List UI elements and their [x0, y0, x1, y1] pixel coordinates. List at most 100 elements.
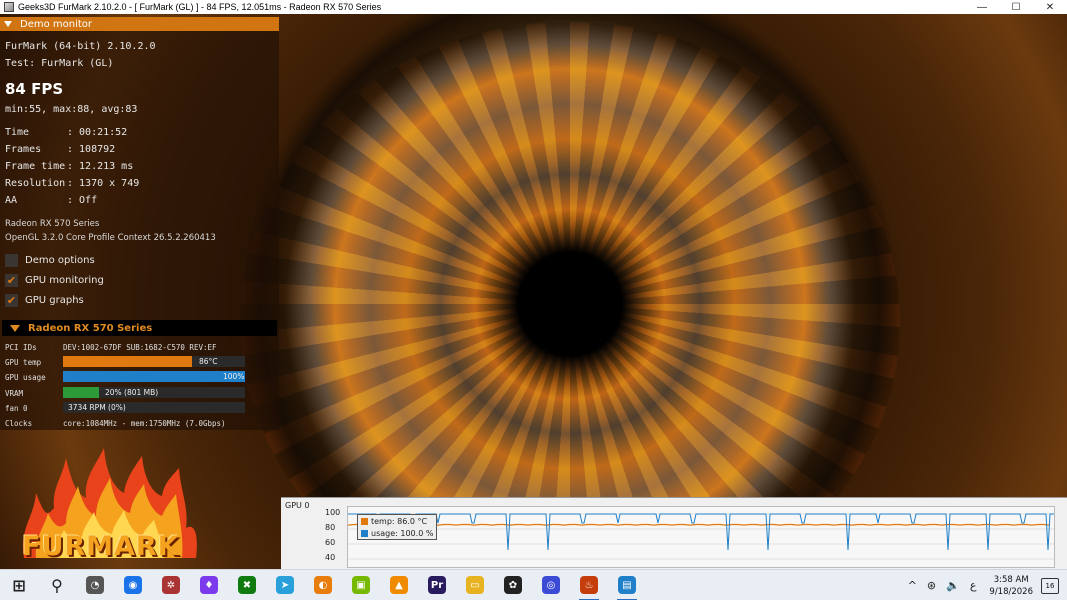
gpu-tool-icon-glyph: ▣ [352, 576, 370, 594]
demo-options-checkbox[interactable]: Demo options [5, 254, 95, 267]
fan-bar: 3734 RPM (0%) [63, 402, 245, 413]
legend-temp: temp: 86.0 °C [358, 515, 436, 527]
gpu-monitoring-label: GPU monitoring [25, 275, 104, 286]
ytick-label: 60 [325, 538, 336, 547]
browser-icon[interactable]: ◉ [114, 570, 152, 600]
gpu-temp-value: 86°C [199, 357, 218, 366]
system-tray: ^ ⊛ 🔈 ع 3:58 AM 9/18/2026 16 [903, 570, 1067, 600]
active-window-icon-glyph: ▤ [618, 576, 636, 594]
notifications-icon[interactable]: 16 [1041, 577, 1059, 594]
fan-value: 3734 RPM (0%) [68, 403, 126, 412]
fur-donut [240, 22, 900, 569]
furmark-icon-glyph: ♨ [580, 576, 598, 594]
window-title-bar: Geeks3D FurMark 2.10.2.0 - [ FurMark (GL… [0, 0, 1067, 14]
windows-start-icon[interactable]: ⊞ [0, 570, 38, 600]
app-gear-icon[interactable]: ✲ [152, 570, 190, 600]
stat-frames: Frames: 108792 [5, 144, 116, 155]
fps-value: 84 FPS [5, 80, 64, 98]
taskbar-apps: ⊞ ⚲ ◔ ◉ ✲ ♦ ✖ ➤ ◐ ▣ ▲ Pr ▭ ✿ ◎ ♨ ▤ [0, 570, 646, 600]
ytick-label: 40 [325, 553, 336, 562]
pci-ids-value: DEV:1002-67DF SUB:1682-C570 REV:EF [63, 343, 217, 352]
clocks-value: core:1084MHz - mem:1750MHz (7.0Gbps) [63, 419, 226, 428]
blender-icon-glyph: ◐ [314, 576, 332, 594]
gpu-graph-svg [347, 513, 1054, 560]
gpu-graph-plot [347, 506, 1055, 568]
crystal-icon-glyph: ♦ [200, 576, 218, 594]
checkbox-empty-icon [5, 254, 18, 267]
obs-icon[interactable]: ◎ [532, 570, 570, 600]
gpu-tool-icon[interactable]: ▣ [342, 570, 380, 600]
vram-fill [63, 387, 100, 398]
network-icon[interactable]: ⊛ [927, 579, 936, 592]
blender-icon[interactable]: ◐ [304, 570, 342, 600]
legend-swatch [361, 517, 368, 525]
clock-date: 9/18/2026 [989, 586, 1033, 597]
demo-monitor-panel: Demo monitor FurMark (64-bit) 2.10.2.0 T… [0, 17, 279, 430]
window-title: Geeks3D FurMark 2.10.2.0 - [ FurMark (GL… [18, 2, 382, 12]
ytick-label: 80 [325, 523, 336, 532]
maximize-button[interactable]: ☐ [999, 0, 1033, 14]
volume-icon[interactable]: 🔈 [946, 579, 960, 592]
telegram-icon[interactable]: ➤ [266, 570, 304, 600]
file-explorer-icon[interactable]: ▭ [456, 570, 494, 600]
test-line: Test: FurMark (GL) [5, 58, 114, 69]
file-explorer-icon-glyph: ▭ [466, 576, 484, 594]
app-version-line: FurMark (64-bit) 2.10.2.0 [5, 41, 156, 52]
gpu-graph-legend: temp: 86.0 °C usage: 100.0 % [357, 514, 437, 540]
stat-aa: AA: Off [5, 195, 98, 206]
demo-monitor-header[interactable]: Demo monitor [0, 17, 279, 31]
furmark-logo-text: FURMARK [22, 531, 180, 562]
gpu-monitoring-checkbox[interactable]: ✔ GPU monitoring [5, 274, 104, 287]
crystal-icon[interactable]: ♦ [190, 570, 228, 600]
fps-stats: min:55, max:88, avg:83 [5, 104, 138, 115]
clocks-label: Clocks [5, 419, 33, 428]
active-window-icon[interactable]: ▤ [608, 570, 646, 600]
ytick-label: 100 [325, 508, 341, 517]
gpu-temp-bar: 86°C [63, 356, 245, 367]
gpu-temp-label: GPU temp [5, 358, 42, 367]
task-manager-icon[interactable]: ◔ [76, 570, 114, 600]
furmark-icon[interactable]: ♨ [570, 570, 608, 600]
vram-label: VRAM [5, 389, 24, 398]
gpu-section-header[interactable]: Radeon RX 570 Series [2, 320, 277, 336]
fan-label: fan 0 [5, 404, 28, 413]
close-button[interactable]: ✕ [1033, 0, 1067, 14]
gpu-usage-fill [63, 371, 245, 382]
premiere-icon-glyph: Pr [428, 576, 446, 594]
gpu-name: Radeon RX 570 Series [5, 219, 100, 229]
legend-usage: usage: 100.0 % [358, 527, 436, 539]
app-gear-icon-glyph: ✲ [162, 576, 180, 594]
app-icon [4, 2, 14, 12]
telegram-icon-glyph: ➤ [276, 576, 294, 594]
premiere-icon[interactable]: Pr [418, 570, 456, 600]
gpu-usage-label: GPU usage [5, 373, 46, 382]
minimize-button[interactable]: — [965, 0, 999, 14]
windows-start-icon-glyph: ⊞ [12, 575, 26, 595]
chatgpt-icon[interactable]: ✿ [494, 570, 532, 600]
checkmark-icon: ✔ [5, 294, 18, 307]
gpu-graphs-label: GPU graphs [25, 295, 84, 306]
gpu-section-title: Radeon RX 570 Series [28, 322, 153, 334]
clock[interactable]: 3:58 AM 9/18/2026 [989, 574, 1033, 598]
xbox-icon[interactable]: ✖ [228, 570, 266, 600]
search-icon-glyph: ⚲ [51, 575, 63, 595]
temp-series-line [347, 523, 1051, 526]
demo-monitor-title: Demo monitor [20, 18, 93, 30]
checkmark-icon: ✔ [5, 274, 18, 287]
pci-ids-label: PCI IDs [5, 343, 37, 352]
chatgpt-icon-glyph: ✿ [504, 576, 522, 594]
input-language-icon[interactable]: ع [970, 579, 977, 592]
gpu-temp-fill [63, 356, 193, 367]
vram-bar: 20% (801 MB) [63, 387, 245, 398]
vlc-icon[interactable]: ▲ [380, 570, 418, 600]
gpu-graph-panel: GPU 0 100 80 60 40 temp: 86.0 °C usage: … [281, 497, 1067, 569]
stat-resolution: Resolution: 1370 x 749 [5, 178, 140, 189]
usage-series-line [348, 513, 1054, 551]
search-icon[interactable]: ⚲ [38, 570, 76, 600]
tray-overflow-icon[interactable]: ^ [908, 579, 917, 592]
collapse-triangle-icon [4, 21, 12, 27]
gpu-usage-value: 100% [223, 372, 245, 381]
gpu-usage-bar: 100% [63, 371, 245, 382]
obs-icon-glyph: ◎ [542, 576, 560, 594]
gpu-graphs-checkbox[interactable]: ✔ GPU graphs [5, 294, 84, 307]
